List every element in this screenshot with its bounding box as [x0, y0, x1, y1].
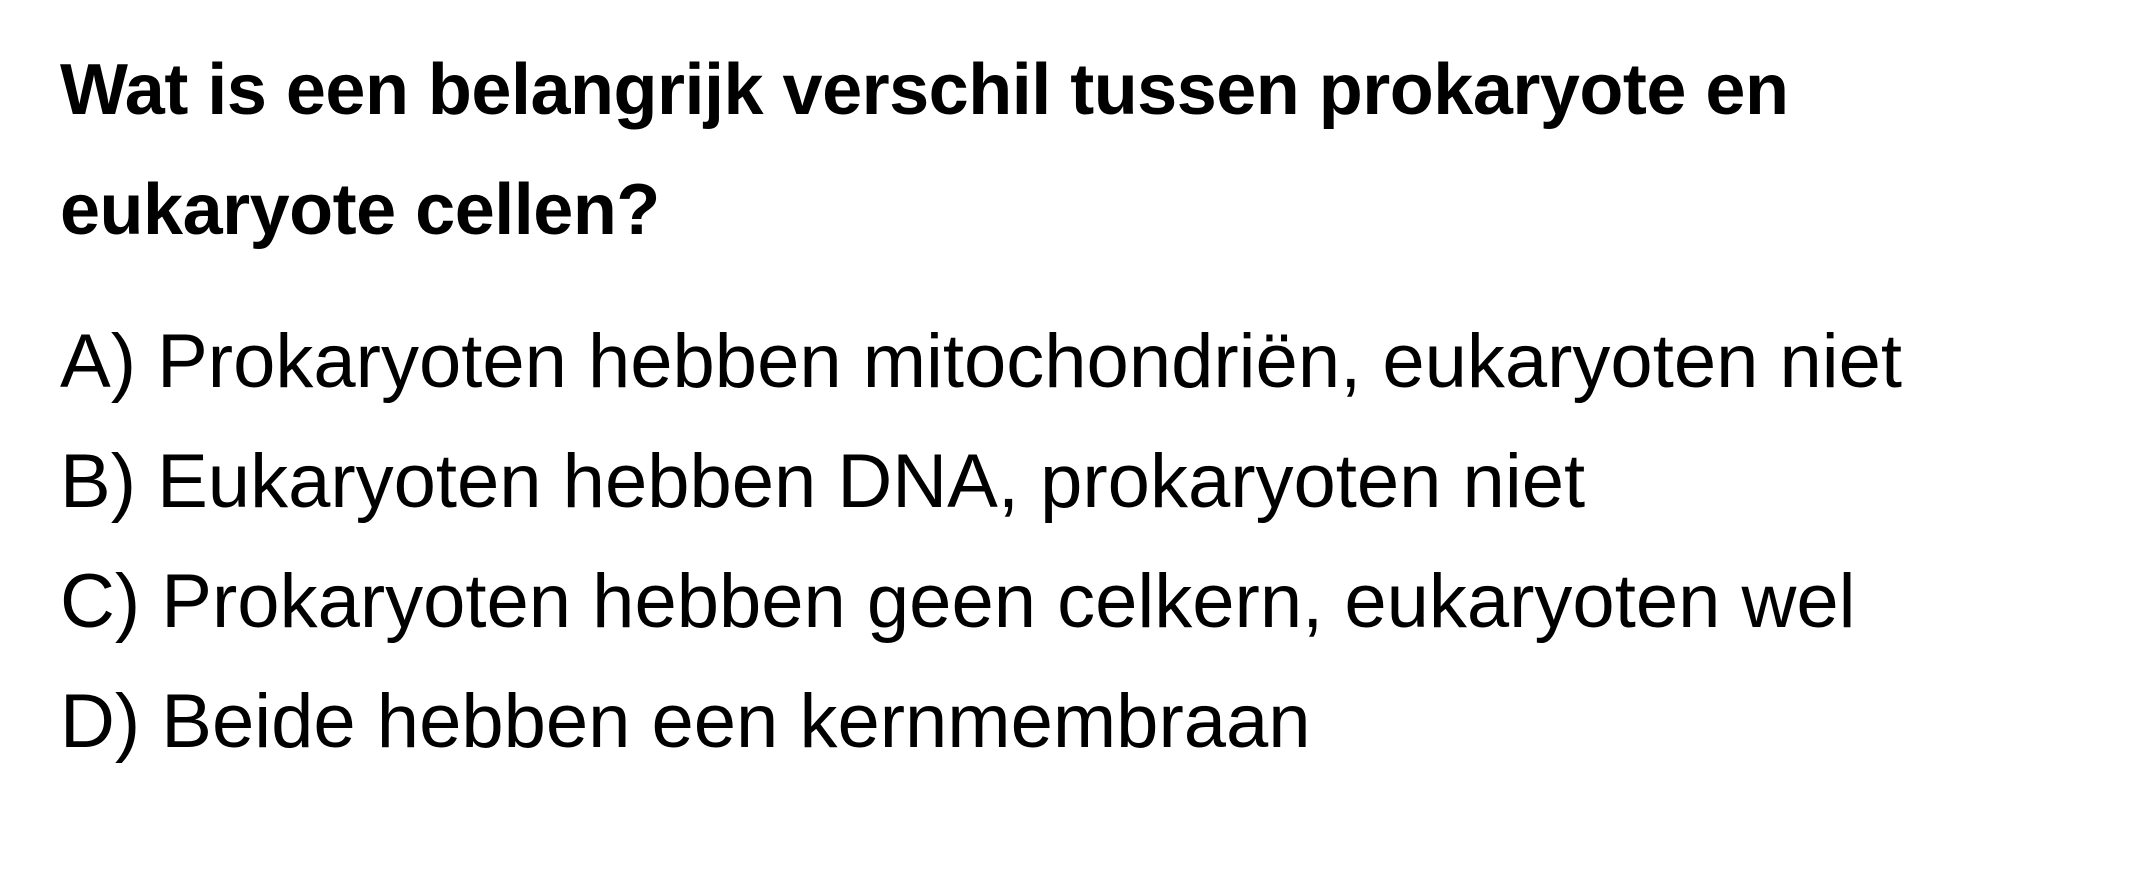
answer-option-b: B) Eukaryoten hebben DNA, prokaryoten ni… [60, 439, 1586, 524]
answer-option-d: D) Beide hebben een kernmembraan [60, 679, 1311, 764]
quiz-slide: Wat is een belangrijk verschil tussen pr… [0, 0, 2130, 876]
answer-option-c: C) Prokaryoten hebben geen celkern, euka… [60, 559, 1856, 644]
answer-options: A) Prokaryoten hebben mitochondriën, euk… [60, 302, 2130, 782]
question-text: Wat is een belangrijk verschil tussen pr… [60, 50, 1789, 250]
answer-option-a: A) Prokaryoten hebben mitochondriën, euk… [60, 319, 1902, 404]
